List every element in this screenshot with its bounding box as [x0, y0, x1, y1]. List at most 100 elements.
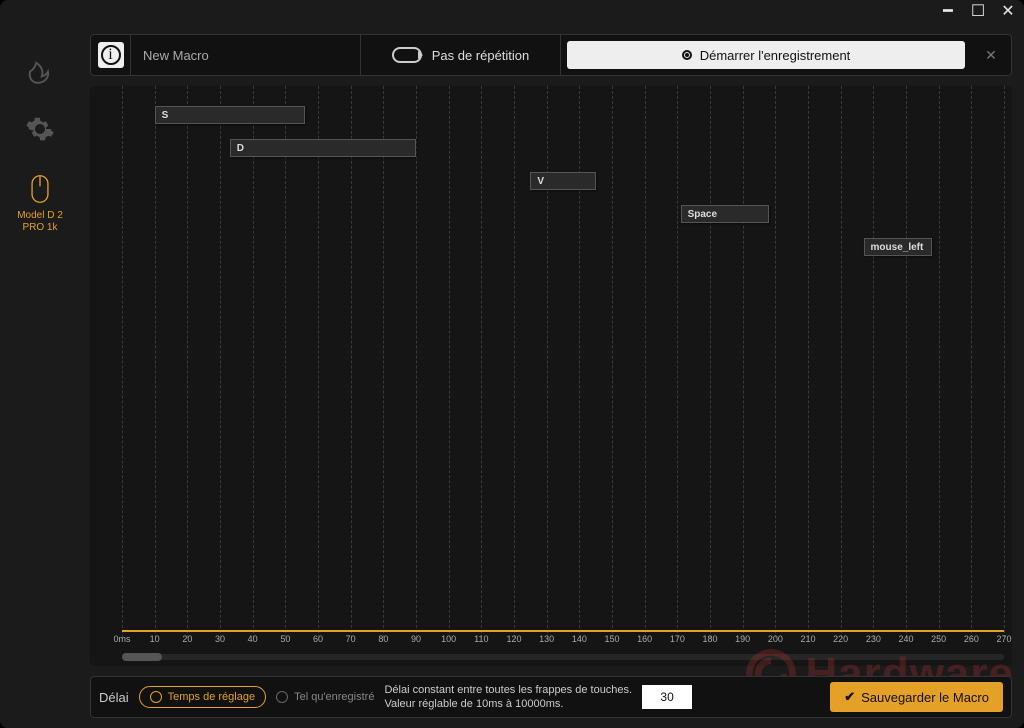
- gridline: [220, 86, 221, 638]
- window-titlebar: ━ ☐ ✕: [0, 0, 1024, 24]
- macro-name-field[interactable]: New Macro: [131, 35, 361, 75]
- axis-tick: 70: [346, 634, 356, 644]
- sidebar-item-device[interactable]: Model D 2 PRO 1k: [17, 174, 63, 234]
- axis-tick: 270: [996, 634, 1011, 644]
- flame-icon: [25, 54, 55, 84]
- macro-toolbar: i New Macro Pas de répétition Démarrer l…: [90, 34, 1012, 76]
- delay-hint: Délai constant entre toutes les frappes …: [384, 683, 632, 712]
- macro-block[interactable]: D: [230, 139, 416, 157]
- window-maximize-button[interactable]: ☐: [968, 4, 988, 20]
- gridline: [841, 86, 842, 638]
- gridline: [416, 86, 417, 638]
- repeat-icon: [392, 47, 422, 63]
- gridline: [514, 86, 515, 638]
- gridline: [285, 86, 286, 638]
- sidebar-device-label: Model D 2 PRO 1k: [17, 210, 63, 234]
- axis-tick: 80: [378, 634, 388, 644]
- start-recording-button[interactable]: Démarrer l'enregistrement: [567, 41, 965, 69]
- mouse-icon: [25, 174, 55, 204]
- timeline-axis: [122, 630, 1004, 632]
- macro-block[interactable]: mouse_left: [864, 238, 933, 256]
- gridline: [612, 86, 613, 638]
- scrollbar-thumb[interactable]: [122, 653, 162, 661]
- gridline: [481, 86, 482, 638]
- delay-mode-fixed[interactable]: Temps de réglage: [139, 686, 266, 708]
- check-icon: ✔: [844, 689, 855, 705]
- axis-tick: 120: [506, 634, 521, 644]
- axis-tick: 220: [833, 634, 848, 644]
- axis-tick: 200: [768, 634, 783, 644]
- axis-tick: 160: [637, 634, 652, 644]
- axis-tick: 140: [572, 634, 587, 644]
- axis-tick: 170: [670, 634, 685, 644]
- gridline: [971, 86, 972, 638]
- delay-label: Délai: [99, 690, 129, 705]
- axis-tick: 210: [800, 634, 815, 644]
- axis-tick: 20: [182, 634, 192, 644]
- radio-icon: [276, 691, 288, 703]
- gridline: [579, 86, 580, 638]
- gridline: [743, 86, 744, 638]
- axis-tick: 50: [280, 634, 290, 644]
- axis-tick: 60: [313, 634, 323, 644]
- delay-mode-asrecorded[interactable]: Tel qu'enregistré: [276, 691, 374, 703]
- macro-block[interactable]: S: [155, 106, 305, 124]
- info-button[interactable]: i: [91, 35, 131, 75]
- gridline: [351, 86, 352, 638]
- axis-tick: 190: [735, 634, 750, 644]
- gridline: [318, 86, 319, 638]
- gridline: [808, 86, 809, 638]
- gridline: [122, 86, 123, 638]
- macro-block[interactable]: V: [530, 172, 595, 190]
- macro-block[interactable]: Space: [681, 205, 769, 223]
- gridline: [677, 86, 678, 638]
- axis-tick: 230: [866, 634, 881, 644]
- axis-tick: 90: [411, 634, 421, 644]
- axis-tick: 0ms: [113, 634, 130, 644]
- app-window: ━ ☐ ✕ Model D 2 PRO 1k: [0, 0, 1024, 728]
- axis-tick: 130: [539, 634, 554, 644]
- axis-tick: 150: [604, 634, 619, 644]
- radio-icon: [150, 691, 162, 703]
- repeat-mode-button[interactable]: Pas de répétition: [361, 35, 561, 75]
- gridline: [383, 86, 384, 638]
- delay-input[interactable]: [642, 685, 692, 709]
- window-minimize-button[interactable]: ━: [938, 4, 958, 20]
- axis-tick: 110: [474, 634, 488, 644]
- axis-tick: 30: [215, 634, 225, 644]
- gridline: [775, 86, 776, 638]
- axis-tick: 260: [964, 634, 979, 644]
- gridline: [645, 86, 646, 638]
- axis-tick: 40: [248, 634, 258, 644]
- repeat-label: Pas de répétition: [432, 48, 530, 63]
- record-icon: [682, 50, 692, 60]
- axis-tick: 100: [441, 634, 456, 644]
- gridline: [873, 86, 874, 638]
- gridline: [155, 86, 156, 638]
- save-macro-button[interactable]: ✔ Sauvegarder le Macro: [830, 682, 1003, 712]
- record-label: Démarrer l'enregistrement: [700, 48, 851, 63]
- gridline: [547, 86, 548, 638]
- sidebar-item-settings[interactable]: [25, 114, 55, 144]
- axis-tick: 10: [150, 634, 160, 644]
- gridline: [253, 86, 254, 638]
- axis-tick: 240: [898, 634, 913, 644]
- app-body: Model D 2 PRO 1k i New Macro Pas de répé…: [0, 24, 1024, 728]
- close-panel-button[interactable]: ✕: [971, 35, 1011, 75]
- timeline-canvas[interactable]: SD V Space mouse_left 0ms 10 20 30 40 50 60 70 80 90…: [90, 86, 1012, 666]
- gridline: [449, 86, 450, 638]
- footer-bar: Délai Temps de réglage Tel qu'enregistré…: [90, 676, 1012, 718]
- sidebar-item-home[interactable]: [25, 54, 55, 84]
- gridline: [710, 86, 711, 638]
- gridline: [906, 86, 907, 638]
- info-icon: i: [101, 45, 121, 65]
- record-cell: Démarrer l'enregistrement: [561, 35, 971, 75]
- timeline-ticks: 0ms 10 20 30 40 50 60 70 80 90 100 110 120 130 140 150 1…: [90, 634, 1012, 648]
- gear-icon: [25, 114, 55, 144]
- sidebar: Model D 2 PRO 1k: [0, 24, 80, 728]
- timeline-scrollbar[interactable]: [122, 654, 1004, 660]
- gridline: [187, 86, 188, 638]
- axis-tick: 180: [702, 634, 717, 644]
- main-panel: i New Macro Pas de répétition Démarrer l…: [80, 24, 1024, 728]
- window-close-button[interactable]: ✕: [998, 4, 1018, 20]
